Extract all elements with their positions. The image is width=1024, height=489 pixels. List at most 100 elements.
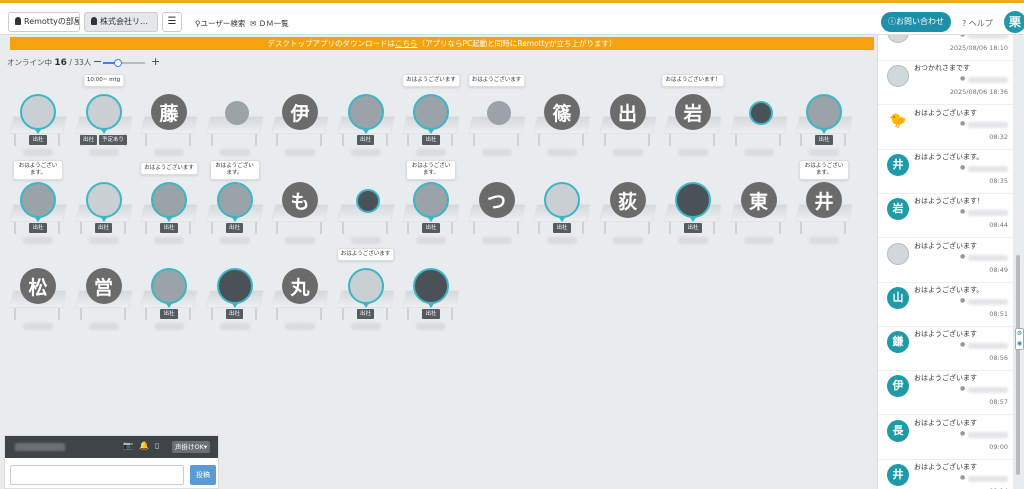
member-avatar-photo[interactable]	[413, 268, 449, 304]
comment-icon[interactable]: ●	[960, 341, 965, 348]
post-input[interactable]	[10, 465, 184, 485]
member-avatar[interactable]: 松	[20, 268, 56, 304]
tab-remotty-room[interactable]: Remottyの部屋	[8, 12, 80, 32]
user-search-link[interactable]: ⚲ユーザー検索	[195, 18, 245, 29]
seat[interactable]: おはようございます	[464, 74, 530, 166]
bell-icon[interactable]: 🔔	[139, 441, 149, 450]
member-avatar[interactable]: つ	[478, 182, 515, 218]
seat[interactable]: 出社 おはようございます	[333, 248, 399, 340]
message-avatar[interactable]: 井	[887, 153, 909, 176]
seat[interactable]: 出社	[660, 170, 726, 254]
member-avatar-photo[interactable]	[85, 182, 122, 218]
member-avatar-photo[interactable]	[20, 182, 56, 218]
timeline-message[interactable]: 山おはようございます。 ● 08:51	[878, 283, 1013, 327]
member-avatar-photo[interactable]	[347, 268, 384, 304]
timeline-scrollbar[interactable]	[1016, 255, 1020, 475]
camera-icon[interactable]: 📷	[123, 441, 133, 450]
seat[interactable]: 藤	[136, 82, 202, 166]
self-avatar[interactable]: 栗	[1004, 11, 1024, 33]
dm-list-link[interactable]: ✉ ＤＭ一覧	[250, 18, 289, 29]
member-avatar[interactable]: 伊	[282, 94, 318, 130]
seat[interactable]	[333, 170, 399, 254]
timeline-message[interactable]: 長おはようございます ● 09:00	[878, 416, 1013, 460]
zoom-slider[interactable]	[103, 59, 145, 67]
seat[interactable]: 出社	[202, 256, 268, 340]
member-avatar-photo[interactable]	[216, 182, 253, 218]
comment-icon[interactable]: ●	[960, 253, 965, 260]
post-button[interactable]: 投稿	[190, 465, 216, 485]
comment-icon[interactable]: ●	[960, 120, 965, 127]
voice-status-select[interactable]: 声掛けOK▾	[172, 441, 211, 453]
timeline-message[interactable]: 🐤 おはようございます ● 08:32	[878, 106, 1013, 150]
seat[interactable]: 井おはようございます。	[791, 160, 857, 254]
tab-company-room[interactable]: 株式会社リ…	[84, 12, 158, 32]
seat[interactable]: 伊	[267, 82, 333, 166]
timeline-message[interactable]: 伊おはようございます ● 08:57	[878, 371, 1013, 416]
seat[interactable]: 東	[726, 170, 792, 254]
message-avatar[interactable]: 鎌	[887, 331, 909, 354]
comment-icon[interactable]: ●	[960, 75, 965, 82]
seat[interactable]: 出社 おはようございます。	[5, 160, 71, 254]
timeline-message[interactable]: おはようございます ● 08:49	[878, 239, 1013, 283]
message-avatar[interactable]: 長	[887, 419, 909, 442]
message-avatar[interactable]: 岩	[887, 198, 909, 221]
seat[interactable]: 出社	[5, 82, 71, 166]
member-avatar[interactable]: 丸	[282, 268, 318, 304]
seat[interactable]	[726, 82, 792, 166]
timeline-message[interactable]: 岩おはようございます！ ● 08:44	[878, 194, 1013, 239]
member-avatar[interactable]: 東	[740, 182, 777, 218]
seat[interactable]: つ	[464, 170, 530, 254]
message-avatar[interactable]: 山	[887, 286, 909, 309]
seat[interactable]: 荻	[595, 170, 661, 254]
comment-icon[interactable]: ●	[960, 474, 965, 481]
member-avatar-photo[interactable]	[216, 268, 253, 304]
seat[interactable]: 出社	[136, 256, 202, 340]
member-avatar-photo[interactable]	[151, 268, 187, 304]
timeline-message[interactable]: ● 2025/08/06 18:10	[878, 35, 1013, 61]
seat[interactable]: も	[267, 170, 333, 254]
message-avatar[interactable]: 🐤	[887, 109, 909, 132]
seat[interactable]: 出社	[529, 170, 595, 254]
seat[interactable]: 出社 おはようございます	[136, 162, 202, 254]
member-avatar-photo[interactable]	[806, 94, 842, 130]
member-avatar-photo[interactable]	[486, 101, 511, 125]
timeline-message[interactable]: 井おはようございます。 ● 08:35	[878, 150, 1013, 194]
member-avatar[interactable]: 営	[85, 268, 122, 304]
member-avatar-photo[interactable]	[20, 94, 56, 130]
zoom-slider-handle[interactable]	[113, 59, 122, 67]
member-avatar-photo[interactable]	[224, 101, 249, 125]
seat[interactable]: 出社	[333, 82, 399, 166]
contact-button[interactable]: ⓘお問い合わせ	[881, 12, 951, 32]
comment-icon[interactable]: ●	[960, 385, 965, 392]
member-avatar[interactable]: 岩	[675, 94, 711, 130]
timeline-message[interactable]: 井おはようございます●09:14	[878, 460, 1013, 489]
member-avatar-photo[interactable]	[413, 94, 449, 130]
help-link[interactable]: ? ヘルプ	[962, 18, 993, 29]
zoom-out-button[interactable]: −	[93, 55, 102, 68]
member-avatar-photo[interactable]	[85, 94, 122, 130]
member-avatar[interactable]: 荻	[609, 182, 646, 218]
member-avatar[interactable]: 井	[806, 182, 842, 218]
message-avatar[interactable]	[887, 65, 909, 88]
seat[interactable]: 出社 おはようございます。	[398, 160, 464, 254]
seat[interactable]: 出社	[791, 82, 857, 166]
member-avatar-photo[interactable]	[675, 182, 711, 218]
seat[interactable]: 岩 おはようございます！	[660, 74, 726, 166]
comment-icon[interactable]: ●	[960, 430, 965, 437]
member-avatar[interactable]: も	[282, 182, 318, 218]
message-avatar[interactable]: 伊	[887, 375, 909, 398]
comment-icon[interactable]: ●	[960, 164, 965, 171]
member-avatar-photo[interactable]	[748, 101, 773, 125]
comment-icon[interactable]: ●	[960, 208, 965, 215]
seat[interactable]: 出社	[398, 256, 464, 340]
seat[interactable]	[202, 82, 268, 166]
member-avatar-photo[interactable]	[151, 182, 187, 218]
timeline-message[interactable]: おつかれさまです ● 2025/08/06 18:36	[878, 61, 1013, 106]
member-avatar-photo[interactable]	[355, 189, 380, 213]
member-avatar[interactable]: 藤	[151, 94, 187, 130]
seat[interactable]: 出社 予定あり 10:00~ mtg	[71, 74, 137, 166]
member-avatar-photo[interactable]	[347, 94, 384, 130]
banner-download-link[interactable]: こちら	[395, 39, 418, 48]
seat[interactable]: 丸	[267, 256, 333, 340]
seat[interactable]: 松	[5, 256, 71, 340]
